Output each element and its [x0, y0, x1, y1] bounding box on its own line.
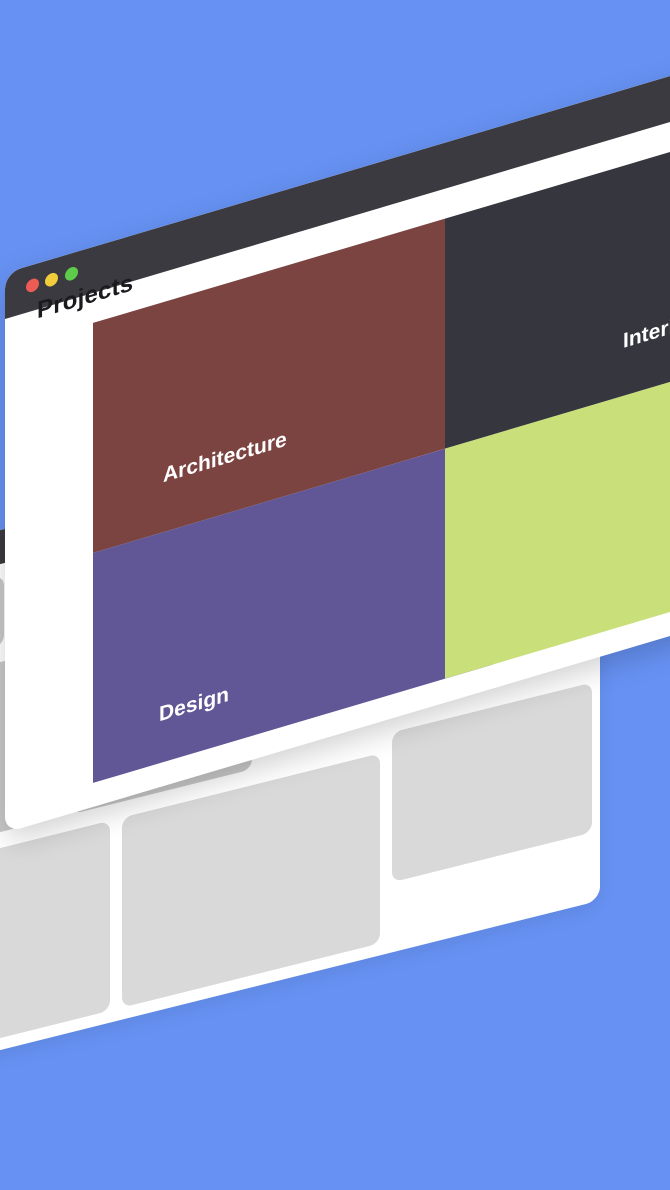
tile-label: Interi: [623, 314, 670, 353]
placeholder-tile[interactable]: [392, 682, 592, 883]
tile-label: Design: [159, 682, 230, 727]
placeholder-tile[interactable]: [0, 820, 110, 1068]
tile-label: Architecture: [163, 427, 287, 488]
minimize-dot[interactable]: [45, 271, 58, 289]
close-dot[interactable]: [26, 276, 39, 294]
zoom-dot[interactable]: [65, 265, 78, 283]
